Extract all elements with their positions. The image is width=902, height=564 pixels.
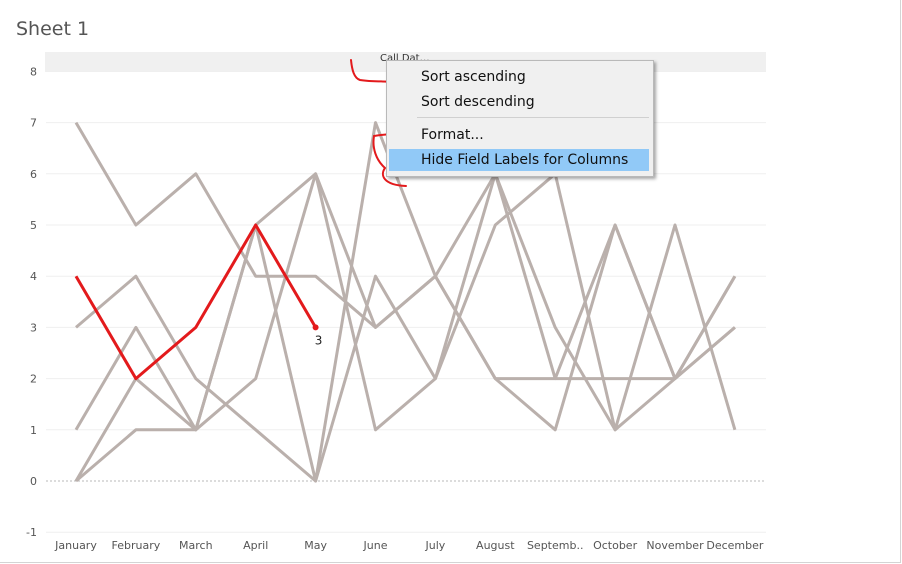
menu-item-sort-descending[interactable]: Sort descending bbox=[389, 91, 649, 113]
y-tick-label: -1 bbox=[26, 526, 37, 539]
menu-separator bbox=[417, 117, 649, 118]
context-menu: Sort ascending Sort descending Format...… bbox=[386, 60, 654, 177]
x-tick-label: February bbox=[112, 539, 161, 552]
y-tick-label: 5 bbox=[30, 219, 37, 232]
y-axis: 8 7 6 5 4 3 2 1 0 -1 bbox=[26, 65, 37, 539]
x-tick-label: January bbox=[54, 539, 97, 552]
x-tick-label: June bbox=[363, 539, 388, 552]
menu-item-sort-ascending[interactable]: Sort ascending bbox=[389, 66, 649, 88]
x-tick-label: December bbox=[706, 539, 764, 552]
series-end-label: 3 bbox=[315, 333, 323, 347]
x-tick-label: July bbox=[425, 539, 446, 552]
y-tick-label: 4 bbox=[30, 270, 37, 283]
x-axis: January February March April May June July Augu… bbox=[54, 539, 764, 552]
x-tick-label: August bbox=[476, 539, 515, 552]
x-tick-label: March bbox=[179, 539, 213, 552]
menu-item-hide-field-labels[interactable]: Hide Field Labels for Columns bbox=[389, 149, 649, 171]
y-tick-label: 7 bbox=[30, 117, 37, 130]
y-tick-label: 8 bbox=[30, 65, 37, 78]
x-tick-label: Septemb.. bbox=[527, 539, 584, 552]
y-tick-label: 2 bbox=[30, 373, 37, 386]
y-tick-label: 1 bbox=[30, 424, 37, 437]
y-tick-label: 0 bbox=[30, 475, 37, 488]
x-tick-label: October bbox=[593, 539, 637, 552]
x-tick-label: May bbox=[304, 539, 327, 552]
series-end-point bbox=[312, 324, 319, 331]
menu-item-format[interactable]: Format... bbox=[389, 124, 649, 146]
y-tick-label: 3 bbox=[30, 321, 37, 334]
x-tick-label: November bbox=[646, 539, 704, 552]
x-tick-label: April bbox=[243, 539, 268, 552]
y-tick-label: 6 bbox=[30, 168, 37, 181]
